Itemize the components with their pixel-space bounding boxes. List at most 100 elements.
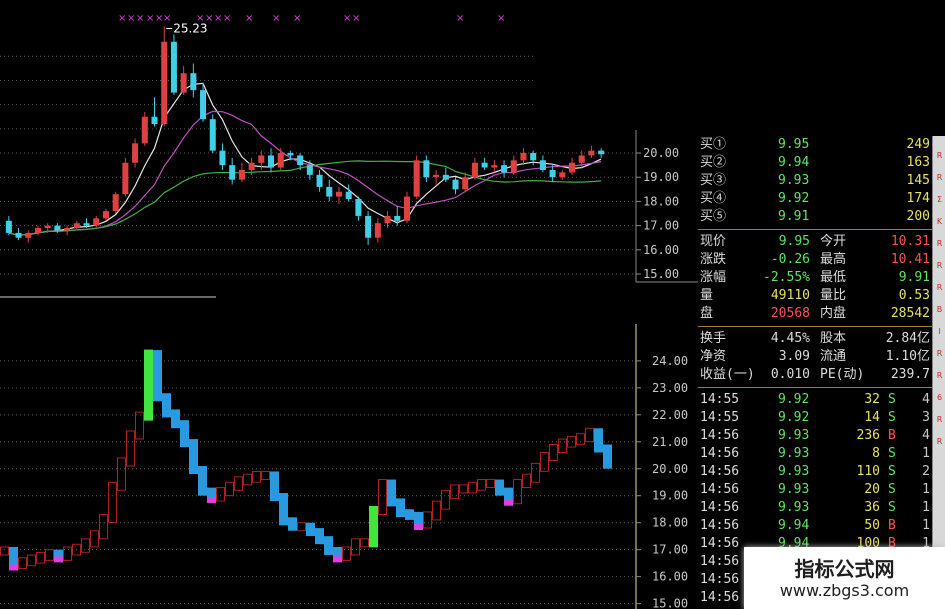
quote-cell: 14:56 xyxy=(700,590,740,605)
quote-cell: 145 xyxy=(906,173,930,188)
tick-row: 14:56 9.93 20 S 1 xyxy=(698,481,932,499)
quote-cell: 14:55 xyxy=(700,392,740,407)
quote-cell: 14:56 xyxy=(700,572,740,587)
quote-cell: 4 xyxy=(922,392,930,407)
sidebar-button[interactable]: B xyxy=(934,304,945,315)
candle-body xyxy=(578,155,585,163)
sidebar-button[interactable]: R xyxy=(934,238,945,249)
candle-body xyxy=(452,179,459,190)
sidebar-button[interactable]: K xyxy=(934,216,945,227)
ma-line xyxy=(8,82,602,236)
step-bar xyxy=(81,538,90,553)
quote-cell: S xyxy=(888,500,896,515)
candle-body xyxy=(520,153,527,161)
candle-body xyxy=(34,228,41,233)
sidebar-button[interactable]: Σ xyxy=(934,194,945,205)
event-mark: × xyxy=(223,13,231,24)
step-bar xyxy=(27,554,36,567)
quote-cell: 2.84亿 xyxy=(885,331,930,346)
sidebar-button[interactable]: R xyxy=(934,150,945,161)
step-bar xyxy=(108,481,117,524)
tick-row: 14:56 9.94 50 B 1 xyxy=(698,517,932,535)
divider xyxy=(698,387,932,388)
sidebar-button[interactable]: R xyxy=(934,172,945,183)
event-mark: × xyxy=(343,13,351,24)
step-bar xyxy=(459,484,468,494)
candle-body xyxy=(5,220,12,233)
step-bar-tail xyxy=(207,497,216,504)
candle-body xyxy=(510,160,517,173)
step-bar xyxy=(324,536,333,555)
event-mark: × xyxy=(146,13,154,24)
sidebar-button[interactable]: R xyxy=(934,348,945,359)
sidebar-button[interactable]: I xyxy=(934,326,945,337)
quote-cell: 9.94 xyxy=(778,518,810,533)
stat-row: 涨跌 -0.26 最高 10.41 xyxy=(698,251,932,269)
quote-cell: 14:56 xyxy=(700,554,740,569)
step-bar xyxy=(99,514,108,540)
quote-cell: 今开 xyxy=(820,234,847,249)
tick-row: 14:56 9.93 8 S 1 xyxy=(698,445,932,463)
candle-body xyxy=(559,172,566,178)
sidebar-button[interactable]: R xyxy=(934,282,945,293)
quote-cell: 36 xyxy=(864,500,880,515)
quote-cell: 110 xyxy=(856,464,880,479)
step-bar-tail xyxy=(333,556,342,563)
bid-row: 买⑤ 9.91 200 xyxy=(698,208,932,226)
bid-row: 买① 9.95 249 xyxy=(698,136,932,154)
quote-cell: 50 xyxy=(864,518,880,533)
sidebar-button[interactable]: 6 xyxy=(934,392,945,403)
quote-cell: 量比 xyxy=(820,288,847,303)
step-bar xyxy=(0,546,9,556)
step-bar xyxy=(531,462,540,483)
quote-cell: 3 xyxy=(922,410,930,425)
quote-cell: 最低 xyxy=(820,270,847,285)
toolbar-sidebar[interactable]: RRΣKRRRBIRR6RR xyxy=(932,136,945,609)
quote-cell: 10.31 xyxy=(890,234,930,249)
price-tick-label: 24.00 xyxy=(652,354,688,368)
candle-body xyxy=(423,160,430,178)
quote-cell: 239.7 xyxy=(890,367,930,382)
candle-body xyxy=(83,223,90,226)
price-tick-label: 18.00 xyxy=(652,516,688,530)
quote-cell: B xyxy=(888,428,896,443)
price-tick-label: 15.00 xyxy=(652,597,688,609)
ma-line xyxy=(8,110,602,236)
step-bar xyxy=(486,479,495,489)
quote-cell: 2 xyxy=(922,464,930,479)
step-bar xyxy=(189,439,198,475)
candle-body xyxy=(549,169,556,178)
quote-cell: 股本 xyxy=(820,331,847,346)
price-tick-label: 22.00 xyxy=(652,408,688,422)
tick-row: 14:56 9.93 36 S 1 xyxy=(698,499,932,517)
candle-body xyxy=(190,73,197,91)
sidebar-button[interactable]: R xyxy=(934,370,945,381)
candle-body xyxy=(297,155,304,166)
watermark-title: 指标公式网 xyxy=(794,557,895,581)
quote-cell: 236 xyxy=(856,428,880,443)
tick-row: 14:56 9.93 110 S 2 xyxy=(698,463,932,481)
candle-body xyxy=(501,165,508,173)
step-bar xyxy=(144,349,153,421)
candle-body xyxy=(238,169,245,180)
sidebar-button[interactable]: R xyxy=(934,414,945,425)
step-bar xyxy=(576,433,585,445)
event-mark: × xyxy=(196,13,204,24)
step-bar xyxy=(126,430,135,467)
candle-body xyxy=(442,174,449,180)
share-info: 换手 4.45% 股本 2.84亿 净资 3.09 流通 1.10亿 收益(一) 0.010 PE(… xyxy=(698,330,932,384)
quote-cell: 1 xyxy=(922,482,930,497)
quote-cell: 涨幅 xyxy=(700,270,727,285)
candle-body xyxy=(569,162,576,173)
step-bar xyxy=(162,393,171,418)
event-mark: × xyxy=(456,13,464,24)
step-bar xyxy=(468,481,477,494)
candle-body xyxy=(433,174,440,178)
sidebar-button[interactable]: R xyxy=(934,260,945,271)
tick-row: 14:55 9.92 32 S 4 xyxy=(698,391,932,409)
step-bar xyxy=(342,546,351,561)
quote-cell: 200 xyxy=(906,209,930,224)
candle-body xyxy=(268,155,275,168)
sidebar-button[interactable]: R xyxy=(934,436,945,447)
quote-cell: 14:56 xyxy=(700,518,740,533)
